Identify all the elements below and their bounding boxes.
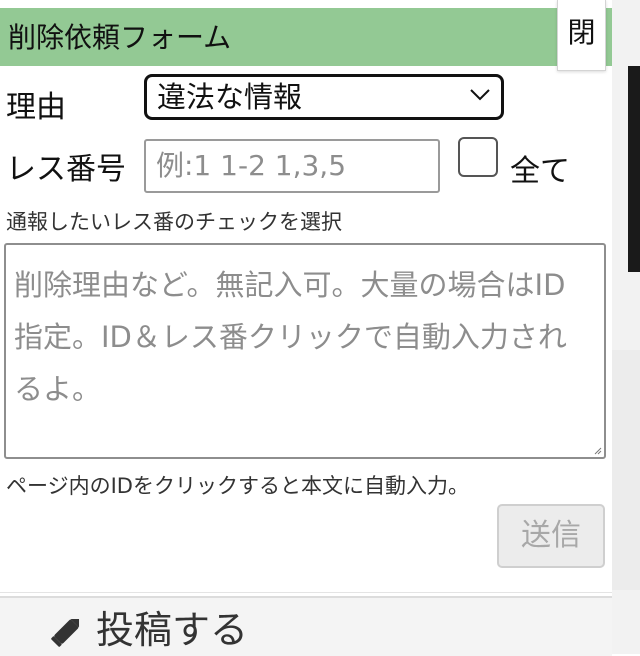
post-button[interactable]: 投稿する [0,596,612,656]
res-number-placeholder: 例:1 1-2 1,3,5 [156,149,347,182]
close-button[interactable]: 閉 [557,0,606,71]
post-button-label: 投稿する [96,608,249,652]
pencil-icon [51,618,80,647]
hint-select-res: 通報したいレス番のチェックを選択 [6,210,342,234]
edge-tab [612,350,640,590]
reason-selected-value: 違法な情報 [157,80,303,114]
scrollbar-thumb[interactable] [628,66,640,272]
hint-id-autofill: ページ内のIDをクリックすると本文に自動入力。 [6,474,469,498]
all-checkbox-label: 全て [510,154,570,189]
delete-request-panel: 削除依頼フォーム 閉 理由 違法な情報 レス番号 例:1 1-2 1,3,5 全… [0,0,612,592]
comment-textarea[interactable]: 削除理由など。無記入可。大量の場合はID指定。ID＆レス番クリックで自動入力され… [4,243,606,459]
resize-grip-icon[interactable] [592,445,602,455]
send-button[interactable]: 送信 [497,504,605,568]
res-number-label: レス番号 [6,152,126,187]
comment-placeholder: 削除理由など。無記入可。大量の場合はID指定。ID＆レス番クリックで自動入力され… [14,268,567,406]
reason-label: 理由 [6,90,66,125]
res-number-input[interactable]: 例:1 1-2 1,3,5 [144,139,440,193]
chevron-down-icon [470,89,490,101]
page-edge-strip [612,0,640,654]
all-checkbox[interactable] [458,137,498,177]
reason-select[interactable]: 違法な情報 [144,74,504,120]
form-title: 削除依頼フォーム [8,21,232,54]
form-header: 削除依頼フォーム [0,8,612,66]
